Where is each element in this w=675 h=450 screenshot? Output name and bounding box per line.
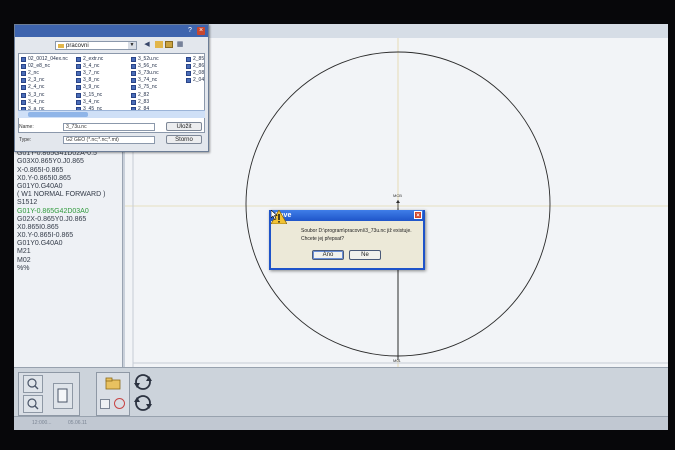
code-line[interactable]: G01Y0.G40A0 [14, 240, 122, 248]
look-in-value: pracovni [66, 43, 89, 49]
no-button[interactable]: Ne [349, 250, 381, 260]
filename-input[interactable]: 3_73u.nc [63, 123, 155, 131]
code-line[interactable]: S1512 [14, 199, 122, 207]
mouse-pointer-icon [271, 210, 278, 220]
up-folder-icon[interactable] [155, 41, 163, 48]
nc-code-panel[interactable]: S1513G01Y-0.865G41D02A-0.5G03X0.865Y0.J0… [14, 142, 123, 367]
file-tools-group [96, 372, 130, 416]
file-item[interactable]: 3_75_nc [131, 84, 157, 91]
file-item[interactable]: 2_4_nc [21, 84, 44, 91]
save-button[interactable]: Uložit [166, 122, 202, 131]
scrollbar-thumb[interactable] [28, 112, 88, 117]
zoom-out-icon [27, 398, 39, 410]
file-item[interactable]: 2_82 [131, 92, 149, 99]
zoom-group [18, 372, 80, 416]
open-folder-icon[interactable] [105, 377, 123, 391]
code-line[interactable]: G03X0.865Y0.J0.865 [14, 158, 122, 166]
code-line[interactable]: G01Y0.G40A0 [14, 183, 122, 191]
file-dialog-titlebar[interactable]: ? × [15, 25, 208, 37]
file-item[interactable]: 2_85 [186, 56, 204, 63]
code-line[interactable]: X0.Y-0.865I-0.865 [14, 232, 122, 240]
file-item[interactable]: 3_4_nc [76, 63, 99, 70]
file-item[interactable]: 3_74_nc [131, 77, 157, 84]
file-item[interactable]: 3_4_nc [21, 99, 44, 106]
rotate-icon[interactable] [132, 372, 154, 392]
square-tool-icon[interactable] [100, 399, 110, 409]
horizontal-scrollbar[interactable] [18, 110, 205, 118]
zoom-in-icon [27, 378, 39, 390]
close-icon[interactable]: × [197, 27, 205, 35]
zoom-out-button[interactable] [23, 395, 43, 413]
yes-button[interactable]: Ano [312, 250, 344, 260]
new-folder-icon[interactable] [165, 41, 173, 48]
file-item[interactable]: 2_86 [186, 63, 204, 70]
file-item[interactable]: 2_3_nc [21, 77, 44, 84]
filename-label: Name: [19, 124, 34, 130]
folder-icon [58, 44, 64, 48]
file-item[interactable]: 3_15_nc [76, 92, 102, 99]
file-list[interactable]: 02_0012_04ex.nc 02_e8_nc 2_nc 2_3_nc 2_4_nc 3… [18, 53, 205, 133]
file-item[interactable]: 3_4_nc [76, 99, 99, 106]
file-item[interactable]: 3_8_nc [76, 77, 99, 84]
status-right: 05.06.11 [68, 420, 88, 426]
code-line[interactable]: M02 [14, 257, 122, 265]
code-line[interactable]: %% [14, 265, 122, 273]
code-line[interactable]: M21 [14, 248, 122, 256]
filetype-label: Type: [19, 137, 32, 143]
file-item[interactable]: 2_08 [186, 70, 204, 77]
start-label: MCB [393, 193, 402, 198]
fit-view-button[interactable] [53, 383, 73, 409]
close-icon[interactable]: × [414, 211, 422, 219]
status-left: 12:000... [32, 420, 52, 426]
file-item[interactable]: 3_9_nc [76, 84, 99, 91]
dialog-titlebar[interactable]: Save × [271, 210, 423, 221]
file-item[interactable]: 3_7_nc [76, 70, 99, 77]
file-item[interactable]: 3_52u.nc [131, 56, 159, 63]
code-line[interactable]: G01Y-0.865G42D03A0 [14, 208, 122, 216]
file-item[interactable]: 02_e8_nc [21, 63, 50, 70]
status-bar: 12:000... 05.06.11 [14, 416, 668, 430]
file-item[interactable]: 2_extr.nc [76, 56, 103, 63]
dialog-message: Soubor D:\program\pracovni\3_73u.nc již … [301, 227, 419, 243]
cancel-button[interactable]: Storno [166, 135, 202, 144]
message-line-2: Chcete jej přepsat? [301, 236, 345, 242]
file-item[interactable]: 2_nc [21, 70, 39, 77]
application-window: MCB M01 Save × Soubor D:\program\pracovn… [14, 24, 668, 430]
file-dialog: ? × pracovni ▼ ◀ ▦ 02_0012_04ex.nc 02_e8_… [14, 24, 209, 152]
code-line[interactable]: ( W1 NORMAL FORWARD ) [14, 191, 122, 199]
end-label: M01 [393, 358, 402, 363]
file-item[interactable]: 2_04 [186, 77, 204, 84]
view-menu-icon[interactable]: ▦ [176, 41, 184, 49]
code-line[interactable]: X0.865I0.865 [14, 224, 122, 232]
filetype-select[interactable]: G2 GEO (*.nc;*.nc;*.mt) [63, 136, 155, 144]
help-icon[interactable]: ? [186, 27, 194, 35]
chevron-down-icon[interactable]: ▼ [128, 42, 136, 49]
file-item[interactable]: 3_56_nc [131, 63, 157, 70]
overwrite-confirm-dialog: Save × Soubor D:\program\pracovni\3_73u.… [269, 210, 425, 270]
zoom-in-button[interactable] [23, 375, 43, 393]
file-item[interactable]: 02_0012_04ex.nc [21, 56, 68, 63]
message-line-1: Soubor D:\program\pracovni\3_73u.nc již … [301, 228, 412, 234]
circle-tool-icon[interactable] [114, 398, 125, 409]
look-in-dropdown[interactable]: pracovni ▼ [55, 41, 137, 50]
code-line[interactable]: X0.Y-0.865I0.865 [14, 175, 122, 183]
page-icon [57, 388, 68, 403]
back-icon[interactable]: ◀ [143, 41, 151, 49]
file-item[interactable]: 3_3_nc [21, 92, 44, 99]
code-line[interactable]: X-0.865I-0.865 [14, 167, 122, 175]
file-item[interactable]: 3_73u.nc [131, 70, 159, 77]
file-item[interactable]: 2_83 [131, 99, 149, 106]
start-marker-icon [396, 200, 400, 203]
code-line[interactable]: G02X-0.865Y0.J0.865 [14, 216, 122, 224]
rotate-back-icon[interactable] [132, 393, 154, 413]
